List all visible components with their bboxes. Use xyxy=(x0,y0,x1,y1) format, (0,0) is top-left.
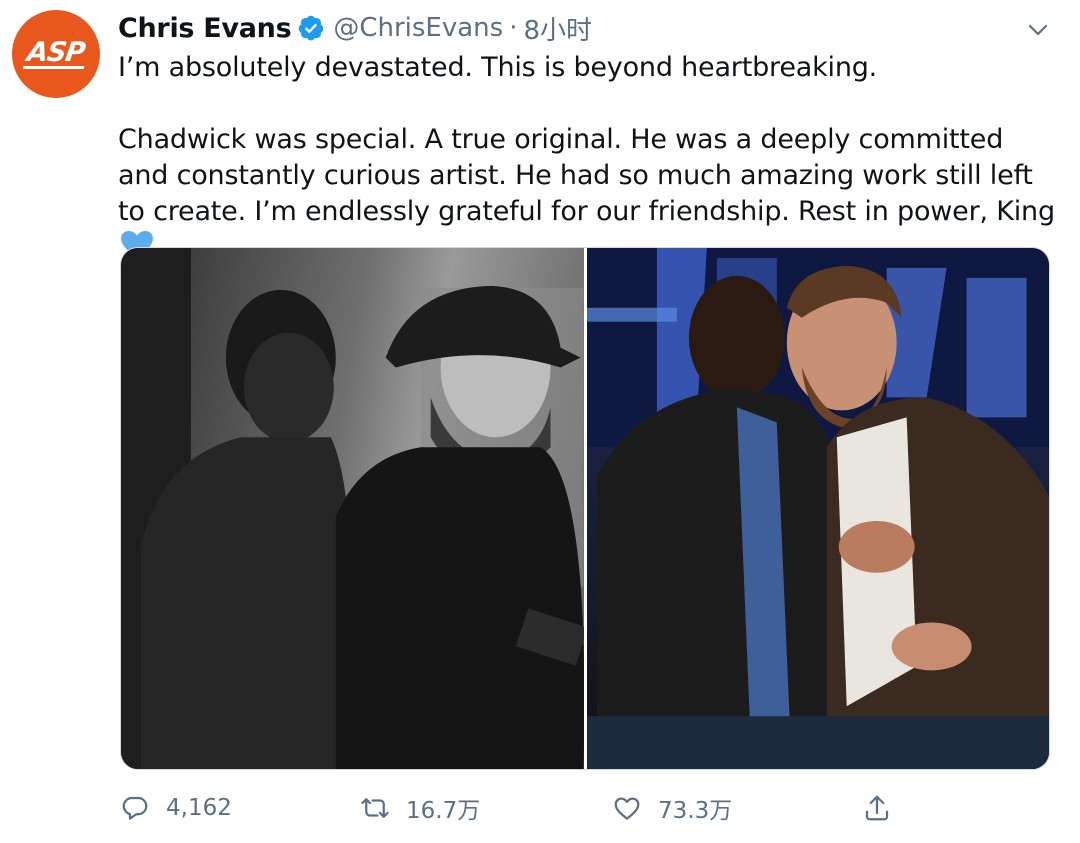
like-button[interactable]: 73.3万 xyxy=(612,788,732,828)
retweet-icon xyxy=(361,798,389,818)
tweet-actions: 4,162 16.7万 73.3万 xyxy=(118,788,918,828)
reply-count: 4,162 xyxy=(166,795,232,821)
chevron-down-icon[interactable] xyxy=(1026,18,1050,42)
tweet-text: I’m absolutely devastated. This is beyon… xyxy=(118,50,1058,266)
avatar[interactable]: ASP xyxy=(12,10,100,98)
tweet-paragraph-1: I’m absolutely devastated. This is beyon… xyxy=(118,52,878,83)
tweet-header: Chris Evans @ChrisEvans · 8小时 xyxy=(118,10,592,46)
display-name[interactable]: Chris Evans xyxy=(118,13,292,44)
like-count: 73.3万 xyxy=(658,798,733,824)
media-grid xyxy=(120,247,1050,770)
retweet-button[interactable]: 16.7万 xyxy=(360,788,480,828)
share-button[interactable] xyxy=(862,788,908,828)
heart-icon xyxy=(614,797,640,820)
share-icon xyxy=(865,795,889,821)
tweet-paragraph-2: Chadwick was special. A true original. H… xyxy=(118,122,1058,266)
photo-right-illustration xyxy=(586,248,1049,769)
retweet-count: 16.7万 xyxy=(406,798,481,824)
photo-black-and-white[interactable] xyxy=(121,248,584,769)
timestamp[interactable]: 8小时 xyxy=(523,10,592,47)
reply-button[interactable]: 4,162 xyxy=(120,788,232,828)
verified-badge-icon xyxy=(299,15,324,41)
reply-icon xyxy=(122,796,148,820)
user-handle[interactable]: @ChrisEvans xyxy=(333,13,503,43)
separator-dot: · xyxy=(509,13,518,43)
avatar-logo-text: ASP xyxy=(23,37,89,69)
tweet-paragraph-2-text: Chadwick was special. A true original. H… xyxy=(118,124,1055,227)
photo-left-illustration xyxy=(121,248,584,769)
photo-color[interactable] xyxy=(586,248,1049,769)
